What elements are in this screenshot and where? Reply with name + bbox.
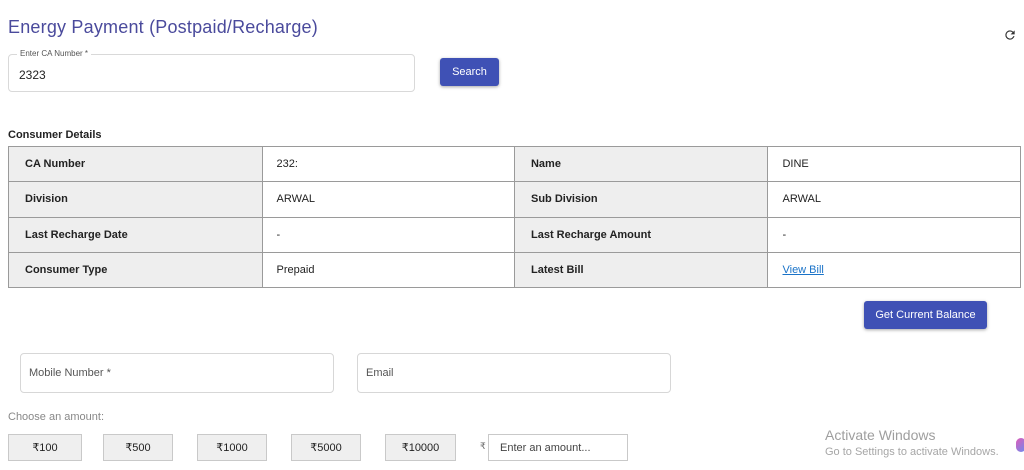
ca-number-label: Enter CA Number * bbox=[17, 49, 92, 58]
amount-option-500[interactable]: ₹500 bbox=[103, 434, 173, 461]
custom-amount-input[interactable]: Enter an amount... bbox=[488, 434, 628, 461]
amount-option-5000[interactable]: ₹5000 bbox=[291, 434, 361, 461]
sub-division-value: ARWAL bbox=[767, 181, 1021, 218]
latest-bill-header: Latest Bill bbox=[513, 251, 769, 289]
division-value: ARWAL bbox=[261, 181, 515, 218]
app-icon bbox=[1016, 438, 1024, 452]
latest-bill-cell: View Bill bbox=[767, 251, 1021, 289]
division-header: Division bbox=[8, 181, 263, 218]
view-bill-link[interactable]: View Bill bbox=[782, 264, 823, 276]
page-title: Energy Payment (Postpaid/Recharge) bbox=[8, 17, 318, 37]
amount-option-1000[interactable]: ₹1000 bbox=[197, 434, 267, 461]
last-recharge-date-header: Last Recharge Date bbox=[8, 216, 263, 253]
consumer-type-header: Consumer Type bbox=[8, 251, 263, 289]
rupee-symbol: ₹ bbox=[480, 441, 486, 451]
name-header: Name bbox=[513, 145, 769, 183]
custom-amount-placeholder: Enter an amount... bbox=[500, 442, 591, 454]
last-recharge-date-value: - bbox=[261, 216, 515, 253]
activate-windows-title: Activate Windows bbox=[825, 427, 936, 443]
consumer-details-table: CA Number 232: Name DINE Division ARWAL … bbox=[8, 145, 1021, 289]
last-recharge-amount-header: Last Recharge Amount bbox=[513, 216, 769, 253]
get-current-balance-button[interactable]: Get Current Balance bbox=[864, 301, 987, 329]
ca-number-value: 232: bbox=[261, 145, 515, 183]
search-button[interactable]: Search bbox=[440, 58, 499, 86]
table-row: CA Number 232: Name DINE bbox=[8, 145, 1021, 183]
sub-division-header: Sub Division bbox=[513, 181, 769, 218]
table-row: Last Recharge Date - Last Recharge Amoun… bbox=[8, 216, 1021, 253]
mobile-number-placeholder: Mobile Number * bbox=[29, 367, 111, 379]
ca-number-header: CA Number bbox=[8, 145, 263, 183]
amount-option-10000[interactable]: ₹10000 bbox=[385, 434, 456, 461]
consumer-type-value: Prepaid bbox=[261, 251, 515, 289]
email-placeholder: Email bbox=[366, 367, 394, 379]
table-row: Division ARWAL Sub Division ARWAL bbox=[8, 181, 1021, 218]
consumer-details-title: Consumer Details bbox=[8, 129, 102, 141]
activate-windows-subtitle: Go to Settings to activate Windows. bbox=[825, 446, 999, 458]
mobile-number-input[interactable]: Mobile Number * bbox=[20, 353, 334, 393]
amount-option-100[interactable]: ₹100 bbox=[8, 434, 82, 461]
refresh-icon bbox=[1005, 30, 1015, 40]
email-input[interactable]: Email bbox=[357, 353, 671, 393]
choose-amount-label: Choose an amount: bbox=[8, 411, 105, 423]
ca-number-field[interactable]: Enter CA Number * bbox=[8, 49, 415, 92]
refresh-button[interactable] bbox=[1001, 26, 1019, 44]
name-value: DINE bbox=[767, 145, 1021, 183]
table-row: Consumer Type Prepaid Latest Bill View B… bbox=[8, 251, 1021, 289]
last-recharge-amount-value: - bbox=[767, 216, 1021, 253]
ca-number-input[interactable] bbox=[17, 67, 401, 83]
